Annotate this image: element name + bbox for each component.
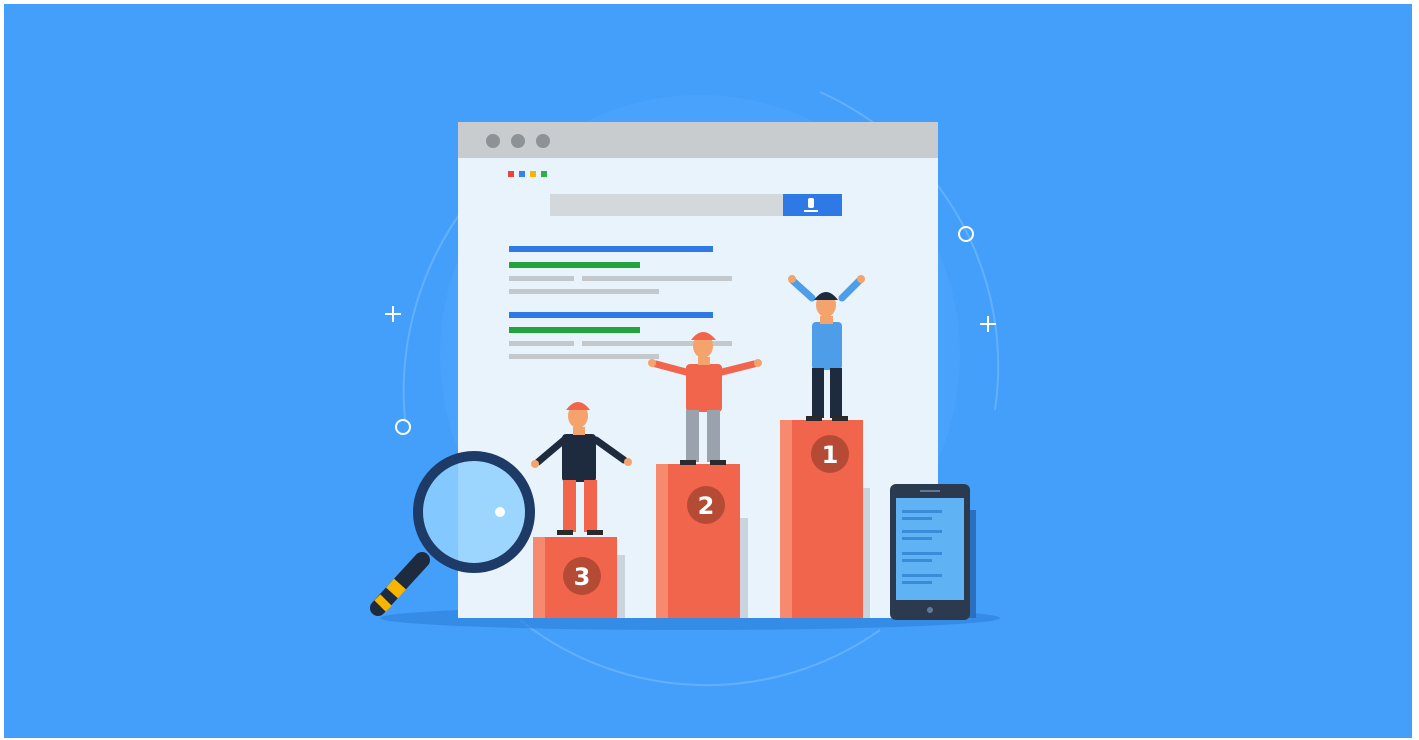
window-control-dot <box>511 134 525 148</box>
logo-dot <box>530 171 536 177</box>
rank-number: 2 <box>698 492 715 520</box>
window-control-dot <box>486 134 500 148</box>
podium-second-place: 2 <box>656 464 748 618</box>
podium-third-place: 3 <box>533 537 625 618</box>
logo-dot <box>519 171 525 177</box>
smartphone-icon <box>890 484 976 620</box>
search-input <box>550 194 783 216</box>
logo-dot <box>541 171 547 177</box>
podium-first-place: 1 <box>780 420 870 618</box>
window-control-dot <box>536 134 550 148</box>
rank-number: 1 <box>822 441 839 469</box>
browser-titlebar <box>458 122 938 158</box>
logo-dot <box>508 171 514 177</box>
rank-number: 3 <box>574 563 591 591</box>
seo-ranking-illustration: 1 2 3 <box>0 0 1419 740</box>
